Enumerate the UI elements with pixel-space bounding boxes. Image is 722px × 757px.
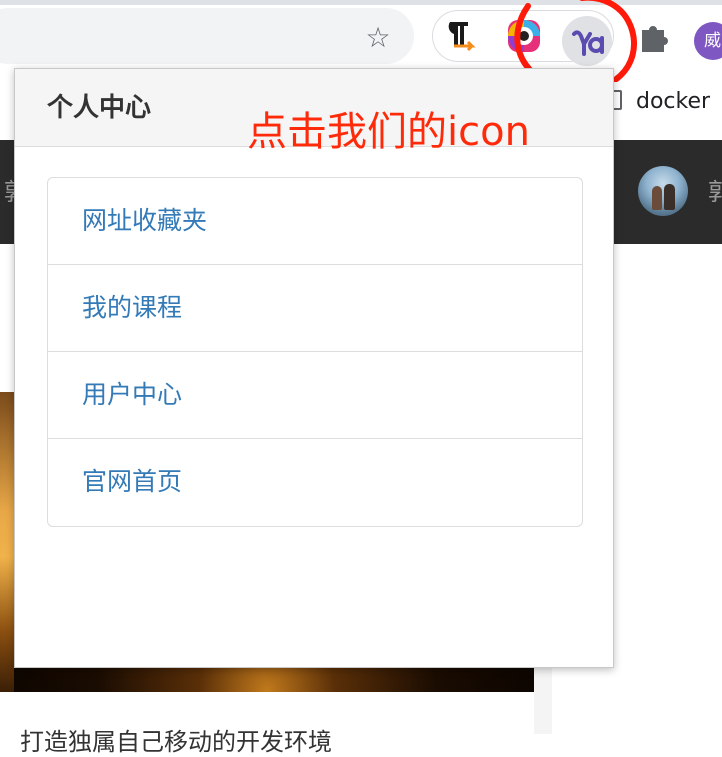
- popup-title: 个人中心: [47, 93, 152, 123]
- menu-item-my-courses[interactable]: 我的课程: [48, 265, 582, 352]
- nav-username[interactable]: 郭: [708, 172, 722, 212]
- pilcrow-icon[interactable]: [444, 18, 480, 54]
- menu-item-home[interactable]: 官网首页: [48, 439, 582, 526]
- extension-popup: 个人中心 点击我们的icon 网址收藏夹 我的课程 用户中心 官网首页: [14, 68, 614, 668]
- bookmark-label: docker: [636, 89, 711, 114]
- annotation-text: 点击我们的icon: [247, 109, 530, 155]
- bookmark-docker[interactable]: docker: [606, 86, 710, 118]
- star-icon[interactable]: ☆: [362, 22, 394, 54]
- address-bar[interactable]: [0, 8, 414, 64]
- menu-item-bookmarks[interactable]: 网址收藏夹: [48, 178, 582, 265]
- menu-item-user-center[interactable]: 用户中心: [48, 352, 582, 439]
- user-avatar[interactable]: [638, 166, 688, 216]
- course-title[interactable]: 打造独属自己移动的开发环境: [20, 722, 332, 757]
- menu-list: 网址收藏夹 我的课程 用户中心 官网首页: [47, 177, 583, 527]
- banner-edge: [0, 392, 14, 692]
